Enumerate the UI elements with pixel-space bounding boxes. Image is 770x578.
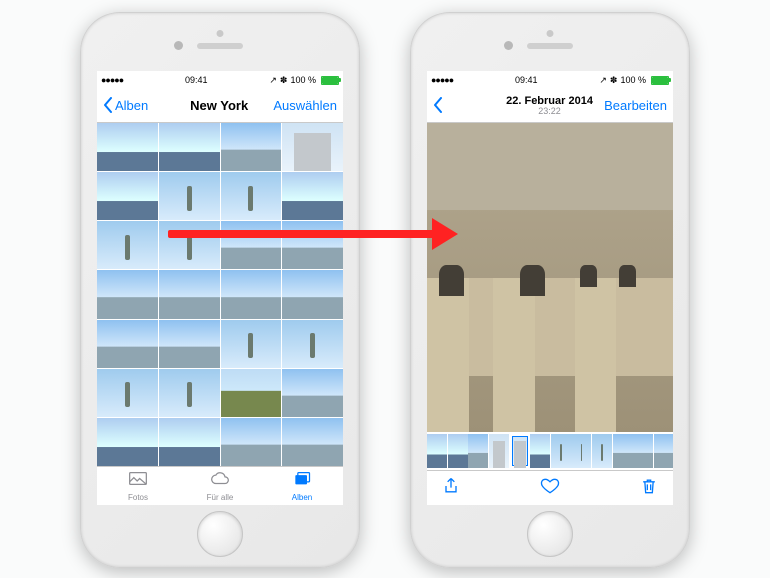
phone-speaker [197,43,243,49]
location-icon: ↗ [269,75,277,86]
photo-thumb[interactable] [159,123,220,171]
photo-thumb[interactable] [282,320,343,368]
battery-percent: 100 % [290,75,316,85]
photo-grid [97,123,343,466]
scrubber-thumb[interactable] [571,434,591,468]
photo-thumb[interactable] [282,418,343,466]
photo-thumb[interactable] [97,369,158,417]
phone-front-camera [504,41,513,50]
scrubber-thumb[interactable] [592,434,612,468]
signal-dots: ●●●●● [101,75,123,85]
favorite-button[interactable] [540,476,560,501]
navigation-bar: Alben New York Auswählen [97,88,343,123]
photo-thumb[interactable] [159,418,220,466]
status-time: 09:41 [185,75,208,85]
page-title: New York [190,98,248,113]
scrubber-thumb[interactable] [613,434,633,468]
scrubber-thumb[interactable] [489,434,509,468]
photo-thumb[interactable] [221,418,282,466]
albums-icon [292,470,312,492]
back-button[interactable] [433,97,495,113]
tab-label: Für alle [207,493,234,502]
tab-fotos[interactable]: Fotos [97,467,179,505]
photo-thumb[interactable] [97,221,158,269]
location-icon: ↗ [599,75,607,86]
photo-thumb[interactable] [282,172,343,220]
photo-thumb[interactable] [282,270,343,318]
photo-thumb[interactable] [159,172,220,220]
cloud-icon [210,470,230,492]
scrubber-thumb[interactable] [510,434,530,468]
delete-button[interactable] [639,476,659,501]
photo-thumb[interactable] [97,123,158,171]
annotation-arrow [168,222,458,246]
photo-thumb[interactable] [221,123,282,171]
photo-thumb[interactable] [97,320,158,368]
scrubber-thumb[interactable] [633,434,653,468]
page-subtitle: 23:22 [538,106,561,116]
signal-dots: ●●●●● [431,75,453,85]
share-button[interactable] [441,476,461,501]
photo-thumb[interactable] [221,172,282,220]
edit-button[interactable]: Bearbeiten [604,98,667,113]
screen-album: ●●●●● 09:41 ↗ ✽ 100 % Alben New York Aus… [97,71,343,505]
photo-thumb[interactable] [282,123,343,171]
bottom-toolbar [427,470,673,505]
photo-thumb[interactable] [221,270,282,318]
photo-view[interactable] [427,123,673,432]
scrubber-thumb[interactable] [654,434,673,468]
phone-front-camera [174,41,183,50]
heart-icon [540,476,560,496]
battery-icon [321,76,339,85]
phone-mockup-left: ●●●●● 09:41 ↗ ✽ 100 % Alben New York Aus… [80,12,360,568]
bluetooth-icon: ✽ [610,75,618,86]
home-button[interactable] [527,511,573,557]
select-button[interactable]: Auswählen [273,98,337,113]
scrubber-thumb[interactable] [448,434,468,468]
photo-thumb[interactable] [221,369,282,417]
photo-thumb[interactable] [159,369,220,417]
chevron-left-icon [103,97,113,113]
phone-sensor [547,30,554,37]
battery-icon [651,76,669,85]
scrubber-thumb[interactable] [551,434,571,468]
navigation-bar: 22. Februar 2014 23:22 Bearbeiten [427,88,673,123]
photo-thumb[interactable] [159,270,220,318]
photo-scrubber[interactable] [427,432,673,470]
photo-thumb[interactable] [282,369,343,417]
phone-speaker [527,43,573,49]
scrubber-thumb[interactable] [427,434,447,468]
scrubber-thumb[interactable] [468,434,488,468]
photo-thumb[interactable] [97,270,158,318]
home-button[interactable] [197,511,243,557]
chevron-left-icon [433,97,443,113]
screen-detail: ●●●●● 09:41 ↗ ✽ 100 % 22. Februar 2014 2… [427,71,673,505]
trash-icon [639,476,659,496]
tab-fueralle[interactable]: Für alle [179,467,261,505]
status-bar: ●●●●● 09:41 ↗ ✽ 100 % [427,71,673,88]
scrubber-thumb[interactable] [530,434,550,468]
status-bar: ●●●●● 09:41 ↗ ✽ 100 % [97,71,343,88]
tab-label: Fotos [128,493,148,502]
photos-icon [128,470,148,492]
photo-thumb[interactable] [221,320,282,368]
tab-bar: Fotos Für alle Alben [97,466,343,505]
phone-sensor [217,30,224,37]
status-time: 09:41 [515,75,538,85]
photo-thumb[interactable] [97,172,158,220]
back-label: Alben [115,98,148,113]
photo-thumb[interactable] [159,320,220,368]
share-icon [441,476,461,496]
back-button[interactable]: Alben [103,97,165,113]
phone-mockup-right: ●●●●● 09:41 ↗ ✽ 100 % 22. Februar 2014 2… [410,12,690,568]
photo-thumb[interactable] [97,418,158,466]
tab-alben[interactable]: Alben [261,467,343,505]
tab-label: Alben [292,493,312,502]
battery-percent: 100 % [620,75,646,85]
bluetooth-icon: ✽ [280,75,288,86]
